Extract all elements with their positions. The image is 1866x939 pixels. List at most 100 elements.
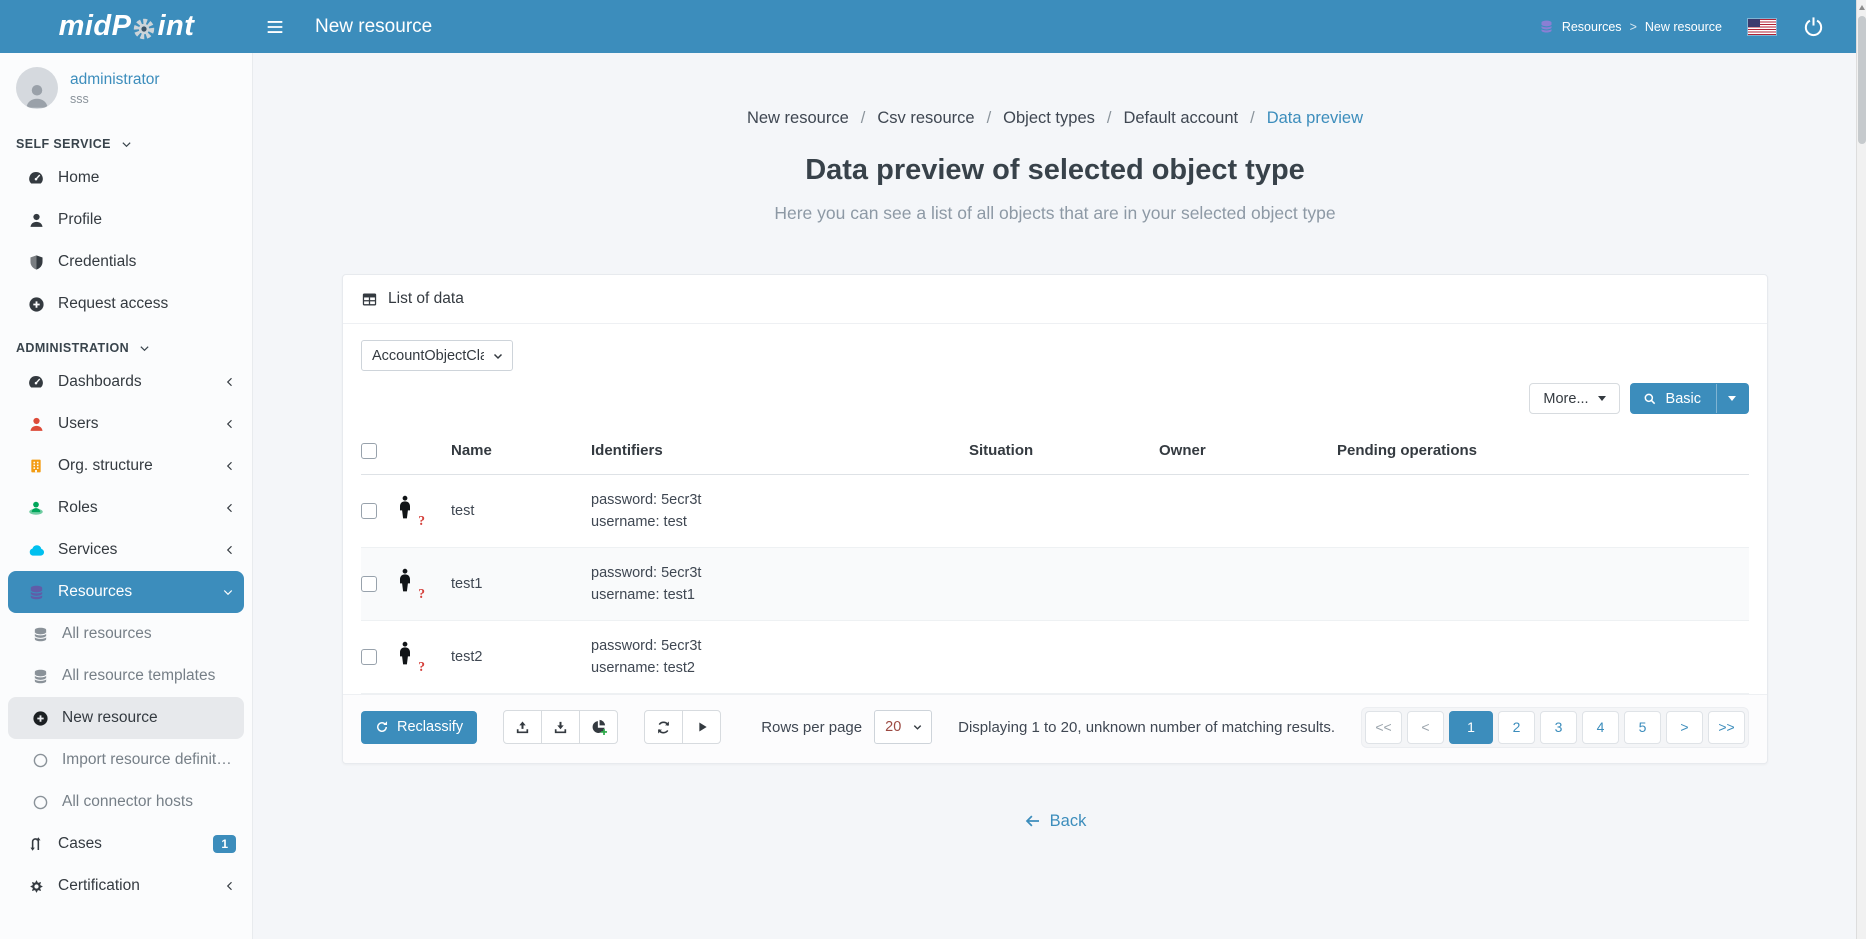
- vertical-scrollbar[interactable]: [1856, 0, 1866, 939]
- refresh-button[interactable]: [644, 710, 683, 744]
- left-sidebar: administrator sss SELF SERVICE Home Prof…: [0, 53, 253, 939]
- wizard-step-new-resource[interactable]: New resource: [747, 109, 849, 128]
- rows-per-page-label: Rows per page: [761, 719, 862, 736]
- sidebar-item-all-resource-templates[interactable]: All resource templates: [0, 655, 252, 697]
- create-report-pie-chart-button[interactable]: [579, 710, 618, 744]
- object-class-select[interactable]: AccountObjectClass: [361, 340, 513, 371]
- identifier-password: password: 5ecr3t: [591, 635, 969, 657]
- sidebar-item-label: New resource: [62, 709, 228, 727]
- scrollbar-up-arrow[interactable]: [1859, 5, 1865, 10]
- language-flag-us-icon[interactable]: [1748, 19, 1776, 35]
- basic-search-button[interactable]: Basic: [1630, 383, 1749, 414]
- section-administration-label: ADMINISTRATION: [16, 341, 129, 355]
- logout-power-icon[interactable]: [1802, 14, 1828, 40]
- sidebar-item-new-resource[interactable]: New resource: [8, 697, 244, 739]
- table-row: ? test2 password: 5ecr3t username: test2: [361, 620, 1749, 693]
- pagination-last[interactable]: >>: [1708, 711, 1745, 744]
- sidebar-item-profile[interactable]: Profile: [0, 199, 252, 241]
- identifier-username: username: test1: [591, 584, 969, 606]
- user-description: sss: [70, 92, 160, 106]
- play-button[interactable]: [682, 710, 721, 744]
- pagination-page-5[interactable]: 5: [1624, 711, 1661, 744]
- wizard-step-object-types[interactable]: Object types: [1003, 109, 1095, 128]
- sidebar-item-import-resource-definition[interactable]: Import resource definit…: [0, 739, 252, 781]
- sidebar-item-services[interactable]: Services: [0, 529, 252, 571]
- search-icon: [1643, 392, 1657, 406]
- sidebar-item-users[interactable]: Users: [0, 403, 252, 445]
- table-icon: [361, 291, 378, 308]
- sidebar-item-label: Cases: [58, 835, 201, 853]
- sidebar-item-all-connector-hosts[interactable]: All connector hosts: [0, 781, 252, 823]
- navbar-main: New resource: [253, 0, 1539, 53]
- pagination-page-1[interactable]: 1: [1449, 711, 1493, 744]
- more-button[interactable]: More...: [1529, 383, 1619, 414]
- chevron-left-icon: [224, 544, 236, 556]
- column-header-identifiers: Identifiers: [591, 428, 969, 474]
- row-pending-operations: [1337, 474, 1749, 547]
- identifier-username: username: test2: [591, 657, 969, 679]
- hamburger-menu-icon[interactable]: [253, 0, 297, 53]
- sidebar-item-request-access[interactable]: Request access: [0, 283, 252, 325]
- wizard-step-default-account[interactable]: Default account: [1123, 109, 1238, 128]
- back-button[interactable]: Back: [1024, 812, 1087, 831]
- search-mode-dropdown[interactable]: [1716, 384, 1736, 413]
- section-administration[interactable]: ADMINISTRATION: [0, 325, 252, 361]
- more-button-label: More...: [1543, 391, 1588, 407]
- wizard-separator: /: [1250, 109, 1255, 128]
- sidebar-item-org-structure[interactable]: Org. structure: [0, 445, 252, 487]
- row-checkbox[interactable]: [361, 649, 377, 665]
- pagination-previous[interactable]: <: [1407, 711, 1444, 744]
- row-identifiers: password: 5ecr3t username: test: [591, 474, 969, 547]
- card-body: AccountObjectClass More... Basic: [343, 324, 1767, 694]
- section-self-service[interactable]: SELF SERVICE: [0, 121, 252, 157]
- refresh-play-button-group: [644, 710, 721, 744]
- arrow-left-icon: [1024, 812, 1042, 830]
- list-of-data-card: List of data AccountObjectClass More... …: [342, 274, 1768, 764]
- circle-outline-icon: [30, 792, 50, 812]
- breadcrumb-link-new-resource[interactable]: New resource: [1645, 20, 1722, 34]
- sidebar-item-certification[interactable]: Certification: [0, 865, 252, 907]
- row-checkbox[interactable]: [361, 576, 377, 592]
- plus-circle-icon: [26, 294, 46, 314]
- download-button[interactable]: [541, 710, 580, 744]
- wizard-step-csv-resource[interactable]: Csv resource: [877, 109, 974, 128]
- column-header-name[interactable]: Name: [451, 428, 591, 474]
- identifier-password: password: 5ecr3t: [591, 562, 969, 584]
- midpoint-logo[interactable]: midPint: [0, 0, 253, 53]
- sidebar-item-credentials[interactable]: Credentials: [0, 241, 252, 283]
- sidebar-item-all-resources[interactable]: All resources: [0, 613, 252, 655]
- database-icon: [26, 582, 46, 602]
- sidebar-item-resources[interactable]: Resources: [8, 571, 244, 613]
- pagination-first[interactable]: <<: [1365, 711, 1402, 744]
- sidebar-item-home[interactable]: Home: [0, 157, 252, 199]
- pagination-page-4[interactable]: 4: [1582, 711, 1619, 744]
- reclassify-button[interactable]: Reclassify: [361, 711, 477, 744]
- row-name: test: [451, 474, 591, 547]
- row-name: test1: [451, 547, 591, 620]
- pagination-next[interactable]: >: [1666, 711, 1703, 744]
- scrollbar-thumb[interactable]: [1858, 16, 1866, 144]
- cloud-icon: [26, 540, 46, 560]
- rows-per-page: Rows per page 20: [761, 710, 932, 744]
- identifier-username: username: test: [591, 511, 969, 533]
- sidebar-item-label: All connector hosts: [62, 793, 236, 811]
- pagination-page-2[interactable]: 2: [1498, 711, 1535, 744]
- row-checkbox[interactable]: [361, 503, 377, 519]
- rows-per-page-select[interactable]: 20: [874, 710, 932, 744]
- sidebar-item-label: Profile: [58, 211, 236, 229]
- table-footer: Reclassify Rows per page 20: [343, 694, 1767, 763]
- upload-button[interactable]: [503, 710, 542, 744]
- user-avatar[interactable]: [16, 67, 58, 109]
- select-all-checkbox[interactable]: [361, 443, 377, 459]
- sidebar-item-dashboards[interactable]: Dashboards: [0, 361, 252, 403]
- pagination-page-3[interactable]: 3: [1540, 711, 1577, 744]
- breadcrumb-link-resources[interactable]: Resources: [1562, 20, 1622, 34]
- sidebar-item-cases[interactable]: Cases 1: [0, 823, 252, 865]
- sidebar-item-roles[interactable]: Roles: [0, 487, 252, 529]
- sidebar-item-label: Import resource definit…: [62, 751, 236, 769]
- dashboards-icon: [26, 372, 46, 392]
- user-name-link[interactable]: administrator: [70, 71, 160, 89]
- certificate-seal-icon: [26, 876, 46, 896]
- column-header-pending-operations: Pending operations: [1337, 428, 1749, 474]
- table-row: ? test password: 5ecr3t username: test: [361, 474, 1749, 547]
